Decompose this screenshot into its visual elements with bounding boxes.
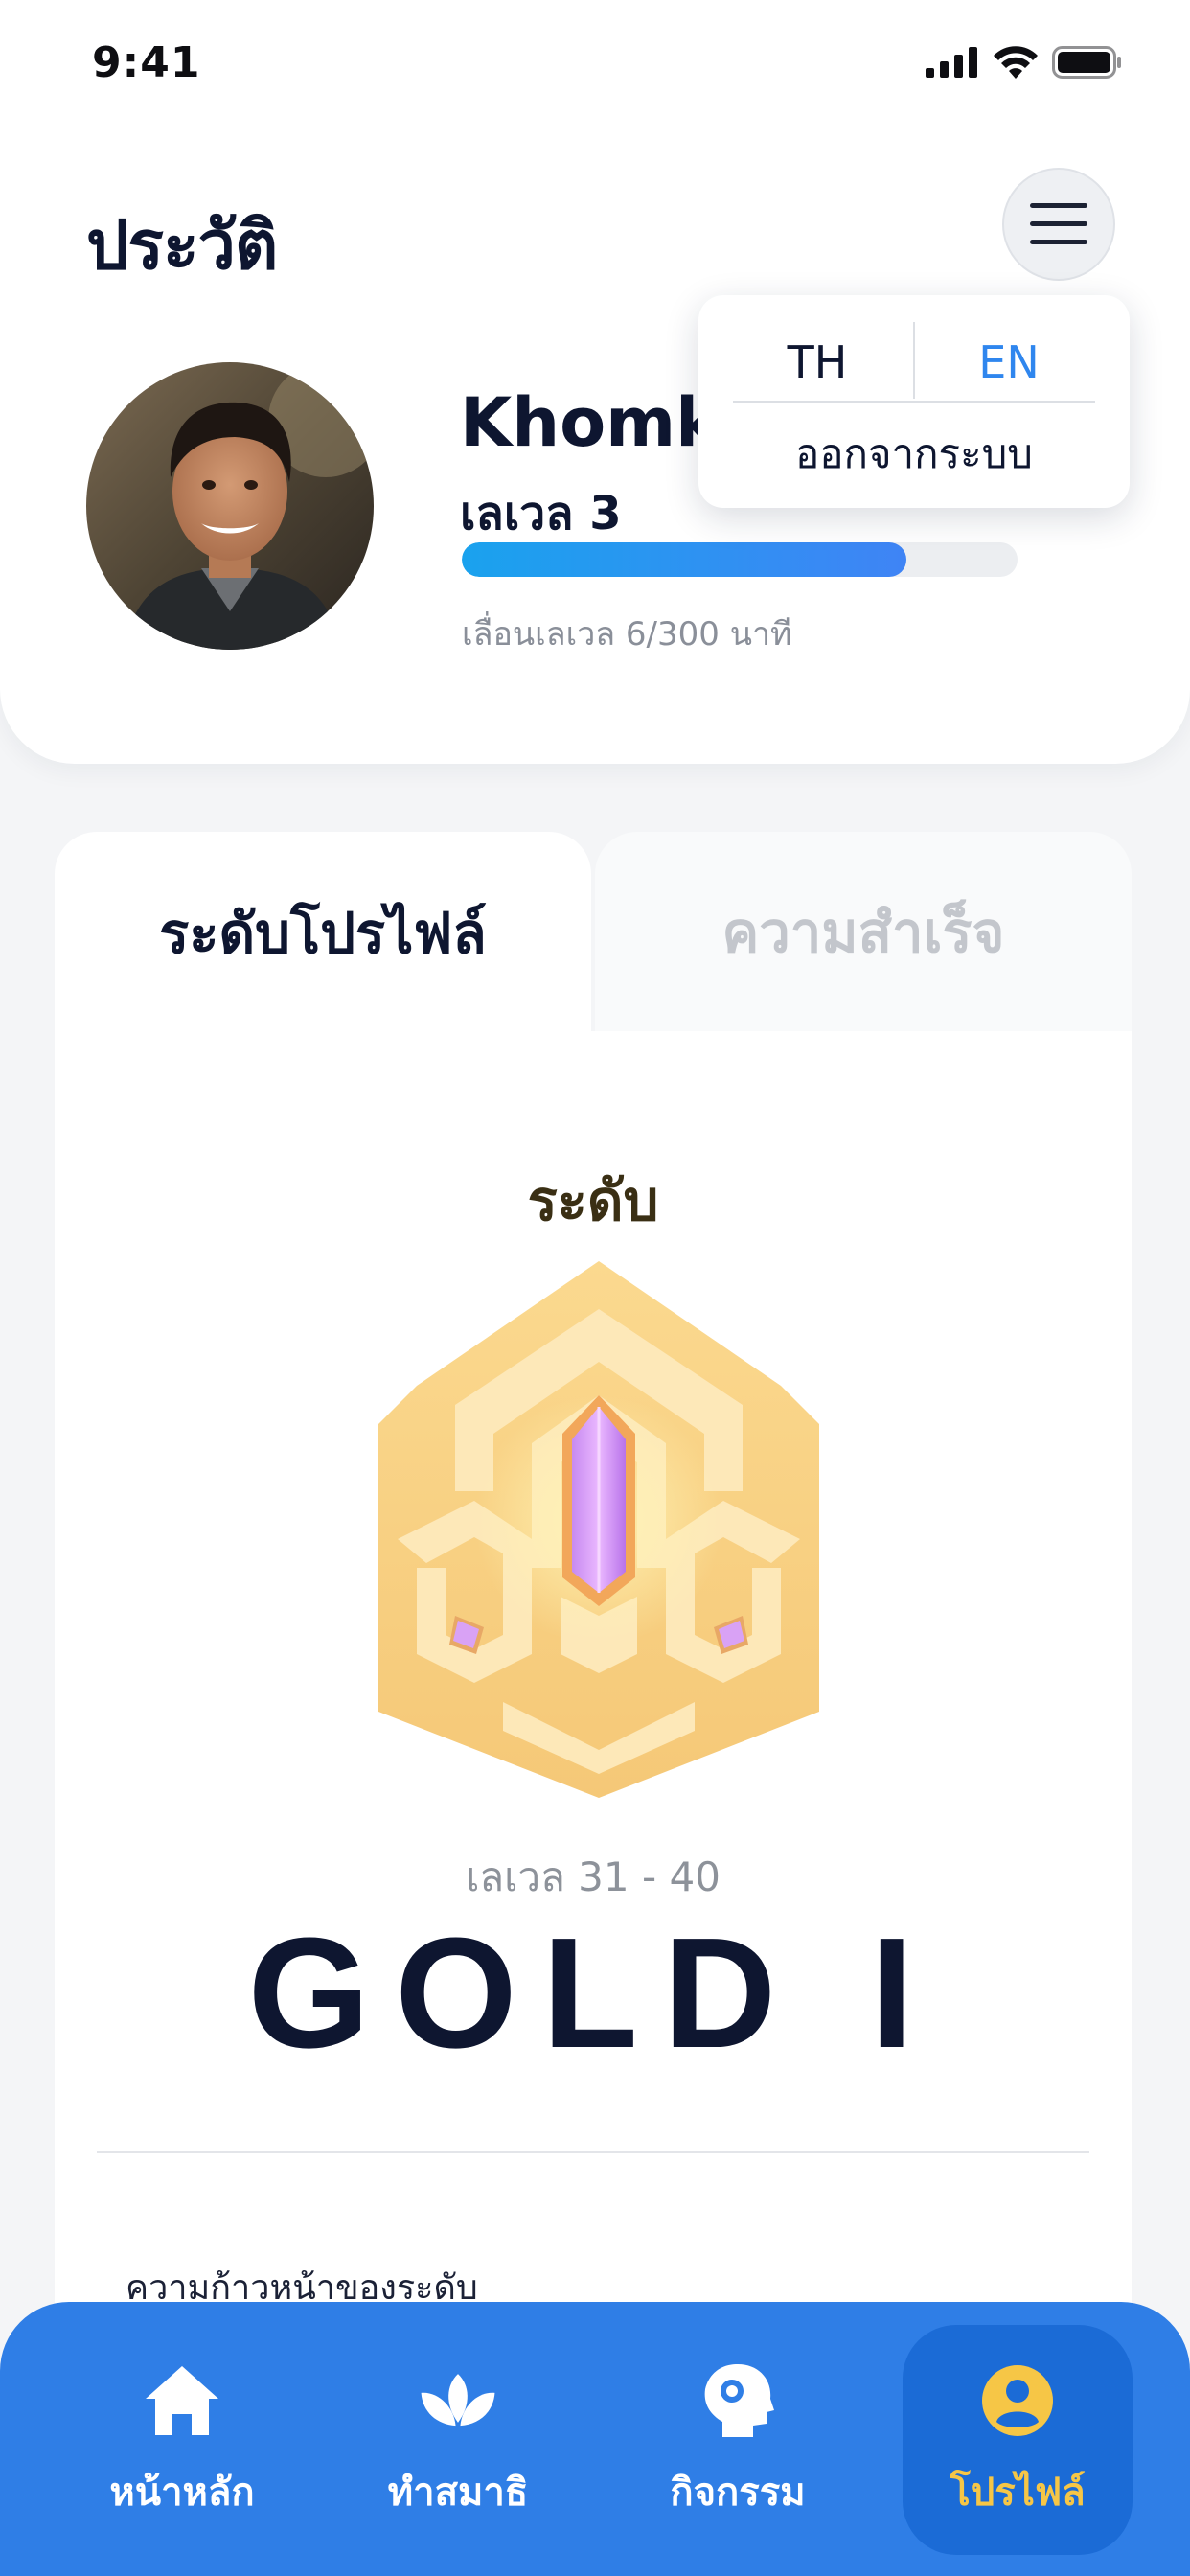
- level-progress-bar: [462, 542, 1018, 577]
- nav-meditation-label: ทำสมาธิ: [387, 2471, 529, 2515]
- language-en-option[interactable]: EN: [913, 324, 1105, 401]
- nav-profile[interactable]: โปรไฟล์: [903, 2325, 1133, 2555]
- nav-profile-label: โปรไฟล์: [950, 2471, 1086, 2515]
- status-icons: [926, 46, 1123, 79]
- rank-level-range: เลเวล 31 - 40: [466, 1853, 721, 1900]
- nav-activities-label: กิจกรรม: [670, 2471, 806, 2515]
- bottom-nav: หน้าหลัก ทำสมาธิ กิจกรรม โปรไฟล์: [0, 2302, 1190, 2576]
- battery-icon: [1052, 46, 1121, 79]
- tab-profile-rank[interactable]: ระดับโปรไฟล์: [55, 832, 591, 1033]
- rank-content-card: ระดับ เลเวล 31 - 40 GOLD I ความก้าวหน้าข…: [55, 1031, 1132, 2373]
- tab-achievements[interactable]: ความสำเร็จ: [595, 832, 1132, 1031]
- level-progress-hint: เลื่อนเลเวล 6/300 นาที: [462, 615, 792, 654]
- user-circle-icon: [974, 2358, 1061, 2444]
- rank-heading: ระดับ: [527, 1168, 659, 1233]
- hamburger-icon: [1030, 203, 1087, 244]
- user-level: เลเวล 3: [460, 487, 622, 540]
- rank-name: GOLD I: [247, 1905, 939, 2081]
- gold-gem-badge-icon: [378, 1261, 819, 1798]
- status-time: 9:41: [92, 38, 201, 87]
- page-title: ประวัติ: [86, 206, 278, 285]
- brain-head-icon: [695, 2358, 781, 2444]
- home-icon: [139, 2358, 225, 2444]
- logout-button[interactable]: ออกจากระบบ: [698, 418, 1130, 491]
- lotus-icon: [415, 2358, 501, 2444]
- language-th-option[interactable]: TH: [721, 324, 913, 401]
- menu-dropdown: TH EN ออกจากระบบ: [698, 295, 1130, 508]
- nav-home[interactable]: หน้าหลัก: [67, 2325, 297, 2555]
- wifi-icon: [994, 46, 1038, 79]
- avatar[interactable]: [86, 362, 374, 650]
- card-divider: [97, 2150, 1089, 2153]
- signal-icon: [926, 47, 977, 78]
- profile-history-screen: 9:41 ประวัติ Khomkr เลเวล 3 เลื่อนเลเวล …: [0, 0, 1190, 2576]
- nav-home-label: หน้าหลัก: [109, 2471, 255, 2515]
- nav-meditation[interactable]: ทำสมาธิ: [343, 2325, 573, 2555]
- level-progress-fill: [462, 542, 906, 577]
- nav-activities[interactable]: กิจกรรม: [623, 2325, 853, 2555]
- dropdown-divider: [733, 401, 1095, 402]
- avatar-photo: [86, 362, 374, 650]
- menu-button[interactable]: [1002, 168, 1115, 281]
- status-bar: 9:41: [0, 0, 1190, 134]
